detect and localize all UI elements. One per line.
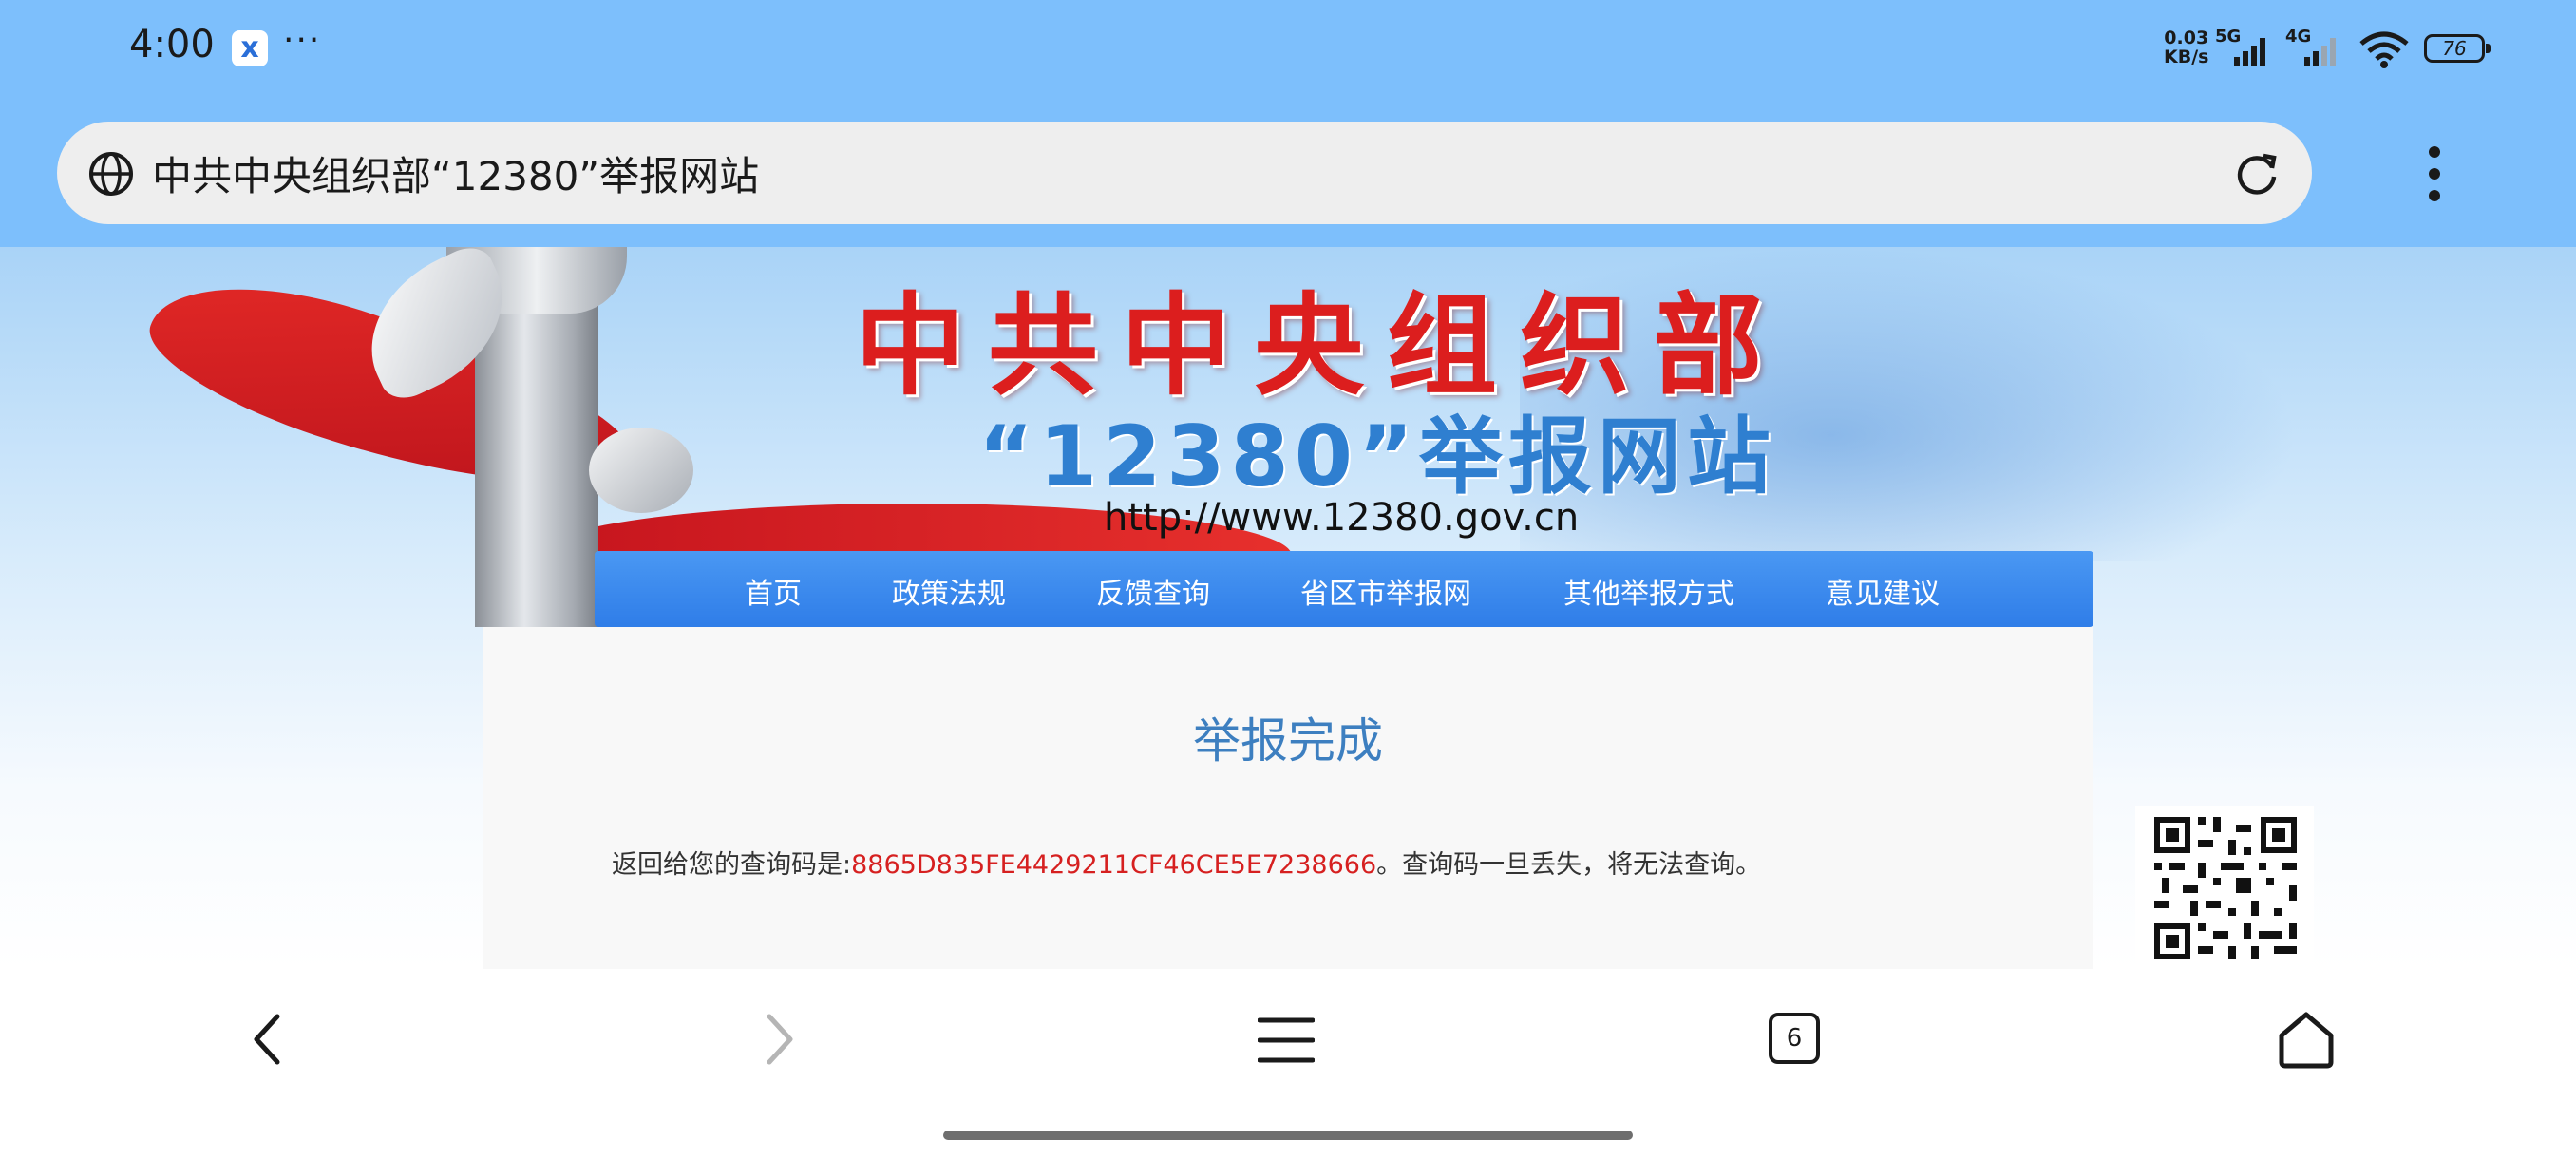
network-speed: 0.03 KB/s (2164, 28, 2208, 66)
app-notification-icon: x (232, 30, 268, 66)
query-code: 8865D835FE4429211CF46CE5E7238666 (851, 850, 1377, 880)
site-title-sub: “12380”举报网站 (978, 408, 1776, 505)
qr-code-icon (2154, 817, 2297, 960)
nav-policies[interactable]: 政策法规 (892, 570, 1006, 612)
network-speed-unit: KB/s (2164, 47, 2209, 67)
wifi-icon (2359, 31, 2409, 68)
clock: 4:00 (129, 23, 215, 66)
nav-suggestions[interactable]: 意见建议 (1826, 570, 1940, 612)
overflow-menu-icon[interactable] (2420, 144, 2449, 203)
globe-icon (89, 152, 133, 196)
home-icon[interactable] (2276, 1009, 2337, 1070)
result-prefix: 返回给您的查询码是: (612, 850, 852, 880)
reload-icon[interactable] (2232, 148, 2282, 198)
site-url: http://www.12380.gov.cn (1104, 496, 1580, 540)
nav-other-methods[interactable]: 其他举报方式 (1563, 570, 1734, 612)
result-suffix: 。查询码一旦丢失，将无法查询。 (1376, 850, 1762, 880)
browser-toolbar: 中共中央组织部“12380”举报网站 (0, 103, 2576, 247)
hamburger-icon[interactable] (1258, 1016, 1315, 1064)
nav-provincial-sites[interactable]: 省区市举报网 (1300, 570, 1471, 612)
more-notifications-icon: ··· (283, 21, 322, 60)
result-title: 举报完成 (1193, 713, 1383, 769)
result-message: 返回给您的查询码是:8865D835FE4429211CF46CE5E72386… (612, 844, 1761, 881)
battery-icon: 76 (2424, 34, 2491, 63)
tabs-icon[interactable]: 6 (1769, 1013, 1820, 1064)
page-title[interactable]: 中共中央组织部“12380”举报网站 (152, 144, 759, 202)
gesture-home-bar[interactable] (943, 1130, 1633, 1140)
browser-bottom-bar: 6 (0, 969, 2576, 1159)
cloud-wing-decoration-2 (589, 428, 693, 513)
result-panel: 举报完成 返回给您的查询码是:8865D835FE4429211CF46CE5E… (483, 627, 2093, 969)
chevron-left-icon[interactable] (249, 1011, 287, 1068)
nav-home[interactable]: 首页 (745, 570, 802, 612)
address-bar[interactable]: 中共中央组织部“12380”举报网站 (57, 122, 2312, 224)
nav-feedback-query[interactable]: 反馈查询 (1096, 570, 1210, 612)
web-content: 中共中央组织部 “12380”举报网站 http://www.12380.gov… (0, 247, 2576, 969)
qr-code (2135, 806, 2314, 969)
network-speed-value: 0.03 (2164, 28, 2209, 48)
status-bar: 4:00 x ··· 0.03 KB/s 5G 4G 76 (0, 0, 2576, 103)
chevron-right-icon[interactable] (760, 1011, 798, 1068)
site-nav: 首页 政策法规 反馈查询 省区市举报网 其他举报方式 意见建议 (595, 551, 2093, 627)
